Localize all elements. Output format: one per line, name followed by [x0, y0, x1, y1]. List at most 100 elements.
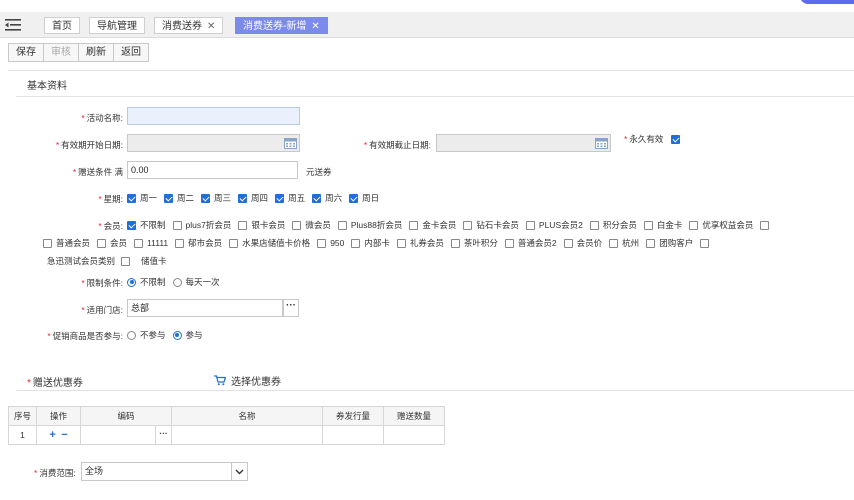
limit-option-none[interactable]: 不限制: [127, 276, 166, 288]
checkbox[interactable]: [229, 238, 239, 248]
checkbox[interactable]: [121, 256, 131, 266]
promo-option-no[interactable]: 不参与: [127, 329, 166, 341]
weekday-option[interactable]: 周四: [238, 192, 268, 204]
refresh-button[interactable]: 刷新: [79, 43, 114, 62]
radio[interactable]: [127, 330, 136, 340]
checkbox[interactable]: [396, 238, 406, 248]
calendar-icon[interactable]: [595, 137, 608, 149]
member-option[interactable]: 团购客户: [646, 237, 693, 249]
checkbox[interactable]: [337, 220, 347, 230]
user-area[interactable]: [800, 0, 854, 4]
promo-option-yes[interactable]: 参与: [172, 329, 203, 341]
save-button[interactable]: 保存: [8, 43, 44, 62]
checkbox[interactable]: [275, 193, 285, 203]
permanent-checkbox[interactable]: [671, 134, 681, 144]
code-picker-button[interactable]: ···: [155, 426, 171, 444]
radio[interactable]: [127, 277, 136, 287]
checkbox[interactable]: [43, 238, 52, 248]
member-option[interactable]: PLUS会员2: [525, 219, 583, 231]
member-option[interactable]: 钻石卡会员: [463, 219, 519, 231]
member-option[interactable]: 茶叶积分: [450, 237, 498, 249]
checkbox[interactable]: [317, 238, 327, 248]
weekday-option[interactable]: 周五: [275, 192, 305, 204]
checkbox[interactable]: [172, 220, 182, 230]
add-row-icon[interactable]: +: [49, 429, 55, 441]
checkbox[interactable]: [127, 193, 136, 203]
tab-consume-coupon[interactable]: 消费送券 ✕: [154, 17, 224, 34]
activity-name-input[interactable]: [127, 107, 300, 125]
checkbox[interactable]: [409, 220, 419, 230]
checkbox[interactable]: [238, 220, 248, 230]
member-option[interactable]: plus7折会员: [172, 219, 231, 231]
member-option[interactable]: 水果店储值卡价格: [229, 237, 310, 249]
member-option[interactable]: 储值卡: [137, 255, 167, 267]
checkbox[interactable]: [201, 193, 211, 203]
tab-consume-coupon-new[interactable]: 消费送券-新增 ✕: [235, 17, 328, 34]
checkbox[interactable]: [643, 220, 653, 230]
weekday-option[interactable]: 周六: [312, 192, 342, 204]
scope-select[interactable]: 全场: [81, 462, 248, 481]
end-date-input[interactable]: [436, 134, 611, 152]
condition-amount-input[interactable]: 0.00: [127, 161, 298, 179]
member-option[interactable]: 不限制: [127, 219, 166, 231]
tab-home[interactable]: 首页: [44, 17, 80, 34]
member-option[interactable]: 白金卡: [643, 219, 682, 231]
radio[interactable]: [172, 277, 182, 287]
checkbox[interactable]: [312, 193, 322, 203]
tab-nav-manage[interactable]: 导航管理: [89, 17, 145, 34]
limit-option-daily[interactable]: 每天一次: [172, 276, 220, 288]
cell-qty[interactable]: [383, 425, 445, 445]
checkbox[interactable]: [563, 238, 573, 248]
member-option[interactable]: 急迅测试会员类别: [47, 255, 131, 267]
checkbox[interactable]: [760, 220, 770, 230]
radio[interactable]: [172, 330, 182, 340]
member-option[interactable]: 金卡会员: [409, 219, 456, 231]
checkbox[interactable]: [700, 238, 710, 248]
member-option[interactable]: Plus88折会员: [337, 219, 402, 231]
member-option[interactable]: 11111: [134, 238, 168, 248]
checkbox[interactable]: [238, 193, 248, 203]
cell-code[interactable]: ···: [80, 425, 172, 445]
member-option[interactable]: 普通会员2: [504, 237, 557, 249]
member-option[interactable]: 会员价: [563, 237, 602, 249]
checkbox[interactable]: [689, 220, 699, 230]
checkbox[interactable]: [164, 193, 174, 203]
checkbox[interactable]: [609, 238, 619, 248]
select-coupon-link[interactable]: 选择优惠券: [214, 373, 281, 388]
member-option[interactable]: 礼券会员: [396, 237, 444, 249]
chevron-down-icon[interactable]: [231, 463, 247, 480]
checkbox[interactable]: [292, 220, 302, 230]
audit-button[interactable]: 审核: [44, 43, 79, 62]
member-option[interactable]: 优享权益会员: [689, 219, 753, 231]
checkbox[interactable]: [463, 220, 473, 230]
checkbox[interactable]: [450, 238, 460, 248]
member-option[interactable]: 会员: [97, 237, 127, 249]
member-option[interactable]: 杭州: [609, 237, 639, 249]
menu-toggle-icon[interactable]: [5, 18, 21, 32]
back-button[interactable]: 返回: [114, 43, 149, 62]
calendar-icon[interactable]: [284, 137, 297, 149]
member-option[interactable]: 郁市会员: [175, 237, 222, 249]
member-option[interactable]: 银卡会员: [238, 219, 285, 231]
checkbox[interactable]: [646, 238, 656, 248]
close-icon[interactable]: ✕: [311, 21, 319, 32]
store-picker-button[interactable]: ···: [283, 299, 299, 317]
checkbox[interactable]: [351, 238, 361, 248]
store-input[interactable]: 总部: [127, 299, 283, 317]
weekday-option[interactable]: 周一: [127, 192, 157, 204]
member-option[interactable]: 内部卡: [351, 237, 390, 249]
checkbox[interactable]: [525, 220, 535, 230]
member-option[interactable]: 积分会员: [589, 219, 637, 231]
member-option[interactable]: 普通会员: [43, 237, 90, 249]
remove-row-icon[interactable]: −: [61, 429, 67, 441]
checkbox[interactable]: [97, 238, 107, 248]
weekday-option[interactable]: 周日: [349, 192, 379, 204]
checkbox[interactable]: [349, 193, 359, 203]
start-date-input[interactable]: [127, 134, 300, 152]
weekday-option[interactable]: 周二: [164, 192, 194, 204]
checkbox[interactable]: [589, 220, 599, 230]
member-option[interactable]: 950: [317, 238, 344, 248]
close-icon[interactable]: ✕: [207, 21, 215, 32]
checkbox[interactable]: [504, 238, 514, 248]
weekday-option[interactable]: 周三: [201, 192, 231, 204]
